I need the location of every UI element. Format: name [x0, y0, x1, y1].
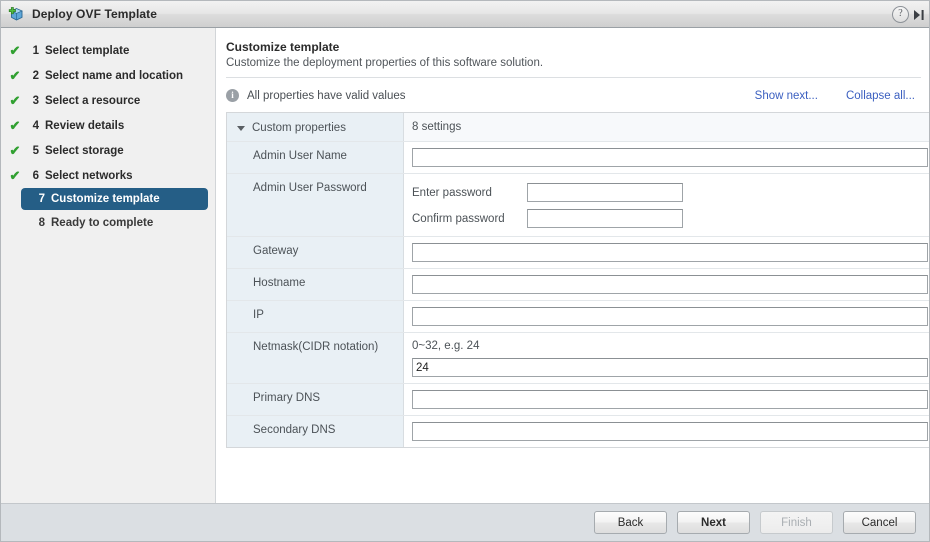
property-value: [404, 301, 929, 332]
table-row: Secondary DNS: [227, 416, 929, 447]
check-icon: ✔: [9, 168, 21, 183]
step-label: Select storage: [45, 144, 124, 157]
step-number: 3: [32, 94, 39, 107]
window-body: ✔ 1 Select template ✔ 2 Select name and …: [1, 28, 929, 504]
admin-user-name-input[interactable]: [412, 148, 928, 167]
step-label: Select networks: [45, 169, 133, 182]
next-panel-icon[interactable]: [913, 7, 927, 23]
check-icon: ✔: [9, 143, 21, 158]
step-number: 5: [32, 144, 39, 157]
customize-template-panel: Customize template Customize the deploym…: [216, 28, 929, 504]
table-row: Primary DNS: [227, 384, 929, 416]
primary-dns-input[interactable]: [412, 390, 928, 409]
confirm-password-input[interactable]: [527, 209, 683, 228]
show-next-link[interactable]: Show next...: [755, 90, 818, 102]
sidebar-step-2[interactable]: ✔ 2 Select name and location: [1, 63, 215, 88]
sidebar-step-8[interactable]: 8 Ready to complete: [1, 210, 215, 235]
group-name-cell[interactable]: Custom properties: [227, 113, 404, 141]
window-title: Deploy OVF Template: [32, 7, 158, 21]
property-label: Hostname: [227, 269, 404, 300]
ip-input[interactable]: [412, 307, 928, 326]
property-label: Admin User Name: [227, 142, 404, 173]
confirm-password-label: Confirm password: [412, 212, 505, 225]
chevron-down-icon[interactable]: [237, 125, 245, 131]
cancel-button[interactable]: Cancel: [843, 511, 916, 534]
table-row: Hostname: [227, 269, 929, 301]
step-number: 4: [32, 119, 39, 132]
group-settings-count-cell: 8 settings: [404, 113, 929, 141]
properties-table: Custom properties 8 settings Admin User …: [226, 112, 929, 448]
titlebar-actions: ?: [892, 1, 927, 28]
step-label: Select a resource: [45, 94, 141, 107]
hostname-input[interactable]: [412, 275, 928, 294]
wizard-footer: Back Next Finish Cancel: [1, 503, 929, 541]
sidebar-step-6[interactable]: ✔ 6 Select networks: [1, 163, 215, 188]
table-row: Netmask(CIDR notation) 0~32, e.g. 24: [227, 333, 929, 384]
table-row: IP: [227, 301, 929, 333]
check-icon: ✔: [9, 118, 21, 133]
property-value: [404, 237, 929, 268]
step-number: 1: [32, 44, 39, 57]
sidebar-step-3[interactable]: ✔ 3 Select a resource: [1, 88, 215, 113]
validation-status-bar: i All properties have valid values Show …: [226, 79, 921, 112]
property-value: [404, 269, 929, 300]
property-value: [404, 142, 929, 173]
property-value: [404, 416, 929, 447]
check-icon: ✔: [9, 93, 21, 108]
next-button[interactable]: Next: [677, 511, 750, 534]
step-number: 7: [38, 193, 45, 205]
step-label: Select template: [45, 44, 130, 57]
property-label: Primary DNS: [227, 384, 404, 415]
property-value: Enter password Confirm password: [404, 174, 929, 236]
property-label: Netmask(CIDR notation): [227, 333, 404, 383]
step-label: Review details: [45, 119, 125, 132]
finish-button: Finish: [760, 511, 833, 534]
netmask-input[interactable]: [412, 358, 928, 377]
panel-actions: Show next... Collapse all...: [755, 90, 921, 102]
property-label: IP: [227, 301, 404, 332]
info-icon: i: [226, 89, 239, 102]
group-settings-count: 8 settings: [412, 121, 462, 133]
enter-password-label: Enter password: [412, 186, 492, 199]
group-name: Custom properties: [252, 122, 346, 134]
gateway-input[interactable]: [412, 243, 928, 262]
step-label: Customize template: [51, 193, 160, 205]
check-icon: ✔: [9, 43, 21, 58]
step-number: 6: [32, 169, 39, 182]
property-value: [404, 384, 929, 415]
page-subtitle: Customize the deployment properties of t…: [226, 57, 544, 69]
step-number: 8: [38, 216, 45, 229]
check-icon: ✔: [9, 68, 21, 83]
secondary-dns-input[interactable]: [412, 422, 928, 441]
property-group-header[interactable]: Custom properties 8 settings: [227, 113, 929, 142]
collapse-all-link[interactable]: Collapse all...: [846, 90, 915, 102]
deploy-ovf-template-window: Deploy OVF Template ? ✔ 1 Select templat…: [0, 0, 930, 542]
property-label: Secondary DNS: [227, 416, 404, 447]
help-icon[interactable]: ?: [892, 6, 909, 23]
page-title: Customize template: [226, 40, 340, 54]
step-label: Ready to complete: [51, 216, 154, 229]
table-row: Admin User Password Enter password Confi…: [227, 174, 929, 237]
sidebar-step-7-customize-template[interactable]: 7 Customize template: [21, 188, 208, 210]
property-label: Admin User Password: [227, 174, 404, 236]
sidebar-step-5[interactable]: ✔ 5 Select storage: [1, 138, 215, 163]
step-label: Select name and location: [45, 69, 184, 82]
back-button[interactable]: Back: [594, 511, 667, 534]
table-row: Admin User Name: [227, 142, 929, 174]
sidebar-step-1[interactable]: ✔ 1 Select template: [1, 38, 215, 63]
step-number: 2: [32, 69, 39, 82]
enter-password-row: Enter password: [412, 183, 923, 202]
ovf-package-icon: [8, 6, 25, 23]
enter-password-input[interactable]: [527, 183, 683, 202]
header-divider: [226, 77, 921, 78]
wizard-step-list: ✔ 1 Select template ✔ 2 Select name and …: [1, 28, 216, 504]
sidebar-step-4[interactable]: ✔ 4 Review details: [1, 113, 215, 138]
validation-status-text: All properties have valid values: [247, 89, 406, 102]
netmask-hint: 0~32, e.g. 24: [412, 340, 480, 352]
property-label: Gateway: [227, 237, 404, 268]
confirm-password-row: Confirm password: [412, 209, 923, 228]
property-value: 0~32, e.g. 24: [404, 333, 929, 383]
table-row: Gateway: [227, 237, 929, 269]
window-titlebar: Deploy OVF Template ?: [1, 1, 929, 28]
